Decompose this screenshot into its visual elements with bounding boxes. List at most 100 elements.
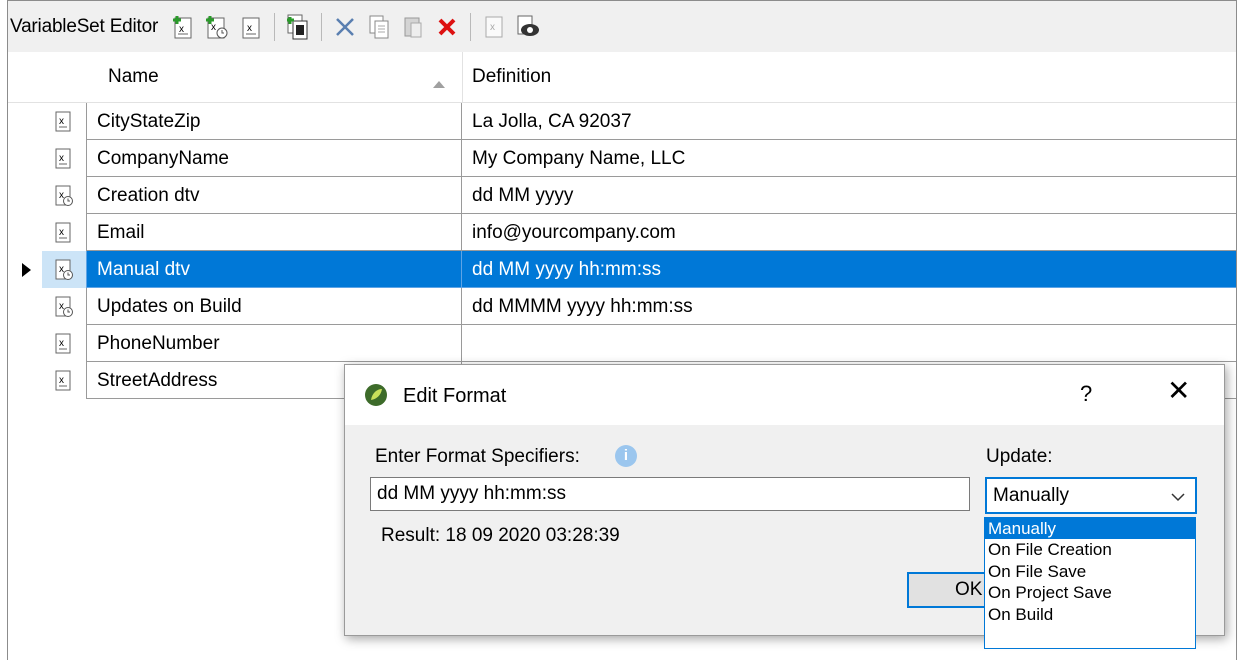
toolbar-separator (321, 12, 323, 41)
row-header[interactable] (8, 214, 42, 251)
svg-text:x: x (179, 24, 184, 35)
column-header-name[interactable]: Name (108, 66, 159, 88)
variable-definition: dd MMMM yyyy hh:mm:ss (472, 296, 693, 317)
add-variable-icon[interactable]: x (166, 10, 200, 44)
variable-definition: My Company Name, LLC (472, 148, 686, 169)
name-cell[interactable]: Email (86, 214, 462, 251)
info-icon[interactable]: i (615, 445, 637, 467)
import-variable-icon[interactable] (281, 10, 315, 44)
update-option[interactable]: On Project Save (985, 582, 1195, 603)
update-selected-value: Manually (993, 485, 1070, 506)
variable-icon: x (42, 103, 86, 140)
name-cell[interactable]: Manual dtv (86, 251, 462, 288)
definition-cell[interactable]: info@yourcompany.com (462, 214, 1236, 251)
variable-definition: info@yourcompany.com (472, 222, 676, 243)
update-option[interactable]: Manually (985, 518, 1195, 540)
svg-text:x: x (59, 153, 64, 164)
current-row-arrow-icon (22, 263, 31, 277)
variable-definition: dd MM yyyy (472, 185, 574, 206)
app-leaf-icon (364, 383, 388, 412)
row-header[interactable] (8, 362, 42, 399)
variable-definition: La Jolla, CA 92037 (472, 111, 632, 132)
name-cell[interactable]: CompanyName (86, 140, 462, 177)
variable-name: Email (97, 222, 145, 243)
svg-text:x: x (247, 23, 252, 34)
definition-cell[interactable]: My Company Name, LLC (462, 140, 1236, 177)
add-date-variable-icon[interactable]: x (200, 10, 234, 44)
column-header-definition[interactable]: Definition (472, 66, 551, 88)
ok-button[interactable]: OK (907, 572, 987, 608)
copy-icon[interactable] (362, 10, 396, 44)
svg-text:x: x (59, 338, 64, 349)
variable-name: StreetAddress (97, 370, 218, 391)
variable-name: Creation dtv (97, 185, 200, 206)
table-row[interactable]: x Email info@yourcompany.com (8, 214, 1236, 251)
dialog-titlebar: Edit Format ? ✕ (345, 365, 1224, 425)
variable-name: Updates on Build (97, 296, 242, 317)
update-option[interactable]: On Build (985, 604, 1195, 625)
name-cell[interactable]: Updates on Build (86, 288, 462, 325)
row-header[interactable] (8, 140, 42, 177)
svg-text:x: x (59, 190, 64, 201)
grid-header: Name Definition (8, 52, 1236, 103)
update-options-list: Manually On File Creation On File Save On P… (984, 517, 1196, 649)
variable-icon: x (42, 140, 86, 177)
datetime-variable-icon: x (42, 251, 86, 288)
table-row[interactable]: x CompanyName My Company Name, LLC (8, 140, 1236, 177)
row-header[interactable] (8, 325, 42, 362)
svg-text:x: x (59, 227, 64, 238)
variable-name: PhoneNumber (97, 333, 220, 354)
close-button[interactable]: ✕ (1167, 377, 1190, 405)
dialog-title: Edit Format (403, 385, 507, 407)
row-header[interactable] (8, 288, 42, 325)
variable-icon: x (42, 325, 86, 362)
toolbar-separator (470, 12, 472, 41)
svg-text:x: x (490, 22, 495, 33)
definition-cell[interactable] (462, 325, 1236, 362)
table-row[interactable]: x Manual dtv dd MM yyyy hh:mm:ss (8, 251, 1236, 288)
variable-definition: dd MM yyyy hh:mm:ss (472, 259, 661, 280)
preview-icon[interactable] (511, 10, 545, 44)
column-divider[interactable] (462, 52, 463, 102)
update-option[interactable]: On File Creation (985, 539, 1195, 560)
variable-name: Manual dtv (97, 259, 190, 280)
delete-icon[interactable] (430, 10, 464, 44)
svg-text:x: x (211, 22, 216, 33)
cut-icon[interactable] (328, 10, 362, 44)
variable-name: CompanyName (97, 148, 229, 169)
update-select[interactable]: Manually (985, 477, 1197, 514)
definition-cell[interactable]: La Jolla, CA 92037 (462, 103, 1236, 140)
name-cell[interactable]: Creation dtv (86, 177, 462, 214)
table-row[interactable]: x Updates on Build dd MMMM yyyy hh:mm:ss (8, 288, 1236, 325)
editor-title: VariableSet Editor (10, 15, 159, 37)
svg-text:x: x (59, 375, 64, 386)
row-header[interactable] (8, 177, 42, 214)
definition-cell[interactable]: dd MMMM yyyy hh:mm:ss (462, 288, 1236, 325)
paste-icon[interactable] (396, 10, 430, 44)
format-specifiers-label: Enter Format Specifiers: (375, 446, 580, 467)
sort-ascending-icon (432, 75, 446, 93)
svg-text:x: x (59, 264, 64, 275)
table-row[interactable]: x CityStateZip La Jolla, CA 92037 (8, 103, 1236, 140)
name-cell[interactable]: CityStateZip (86, 103, 462, 140)
svg-text:x: x (59, 301, 64, 312)
variable-icon: x (42, 214, 86, 251)
definition-cell[interactable]: dd MM yyyy (462, 177, 1236, 214)
table-row[interactable]: x PhoneNumber (8, 325, 1236, 362)
variable-name: CityStateZip (97, 111, 201, 132)
toolbar: VariableSet Editor x x x x (8, 1, 1236, 53)
format-specifiers-input[interactable] (370, 477, 970, 511)
blank-variable-icon[interactable]: x (477, 10, 511, 44)
edit-variable-icon[interactable]: x (234, 10, 268, 44)
toolbar-separator (274, 12, 276, 41)
datetime-variable-icon: x (42, 288, 86, 325)
svg-text:x: x (59, 116, 64, 127)
name-cell[interactable]: PhoneNumber (86, 325, 462, 362)
row-header[interactable] (8, 103, 42, 140)
table-row[interactable]: x Creation dtv dd MM yyyy (8, 177, 1236, 214)
row-header[interactable] (8, 251, 42, 288)
help-button[interactable]: ? (1080, 381, 1092, 407)
definition-cell[interactable]: dd MM yyyy hh:mm:ss (462, 251, 1236, 288)
update-option[interactable]: On File Save (985, 561, 1195, 582)
result-text: Result: 18 09 2020 03:28:39 (381, 525, 620, 546)
